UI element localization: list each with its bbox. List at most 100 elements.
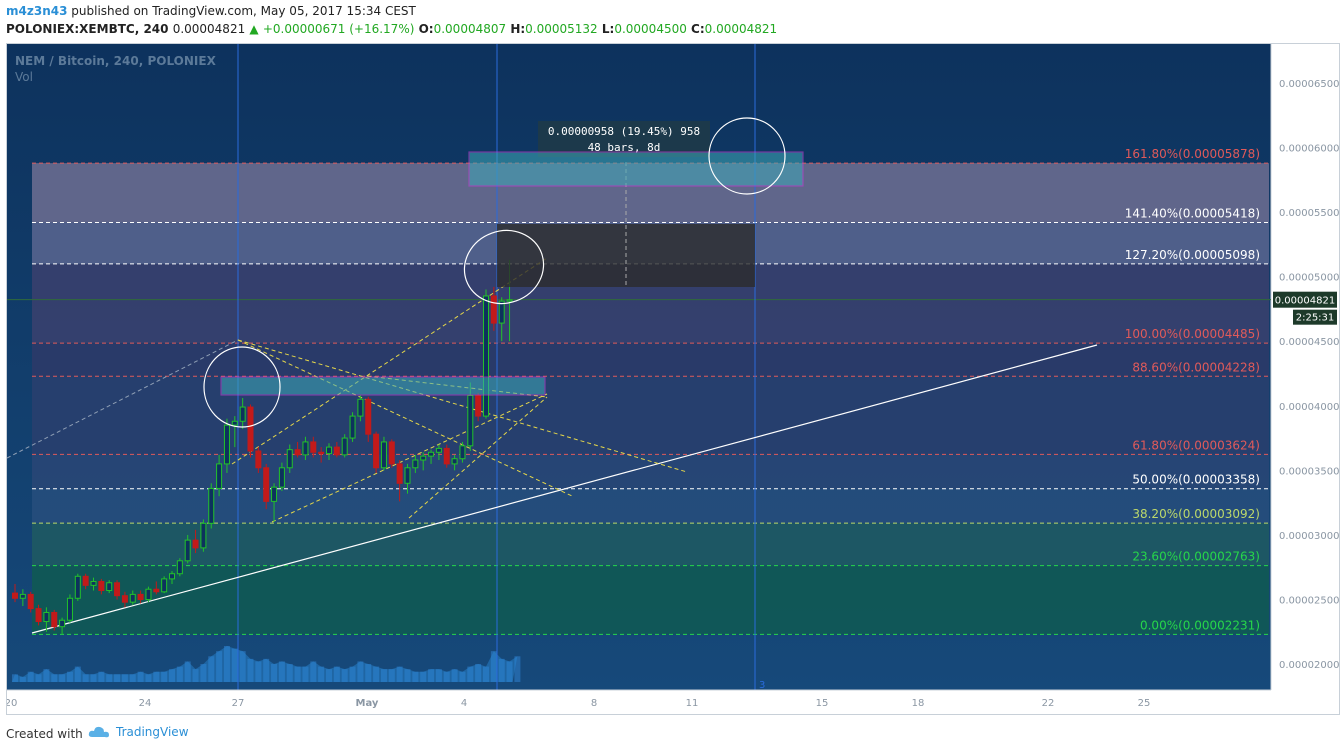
x-axis: 20 24 27 May 4 8 11 15 18 22 25 bbox=[7, 689, 1339, 714]
fib-label: 38.20%(0.00003092) bbox=[1132, 507, 1260, 521]
candle-body bbox=[294, 449, 301, 456]
x-tick-label: 27 bbox=[232, 698, 245, 709]
candle-body bbox=[428, 451, 435, 457]
candle-body bbox=[380, 441, 387, 469]
fib-zone bbox=[32, 488, 1269, 524]
candle-body bbox=[451, 458, 458, 465]
candle-body bbox=[420, 455, 427, 461]
candle-body bbox=[373, 433, 380, 469]
candle-body bbox=[349, 415, 356, 439]
author-link[interactable]: m4z3n43 bbox=[6, 4, 67, 18]
x-tick-label: 24 bbox=[139, 698, 152, 709]
x-tick-label: 15 bbox=[816, 698, 829, 709]
resistance-box bbox=[220, 376, 546, 396]
candle-body bbox=[176, 560, 183, 575]
x-tick-label: 18 bbox=[912, 698, 925, 709]
candle-body bbox=[121, 595, 128, 603]
candle-body bbox=[255, 450, 262, 469]
x-tick-label: 8 bbox=[591, 698, 597, 709]
candle-body bbox=[341, 437, 348, 456]
candle-body bbox=[153, 588, 160, 593]
y-tick-label: 0.00002000 bbox=[1279, 660, 1339, 671]
y-tick-label: 0.00003500 bbox=[1279, 466, 1339, 477]
y-tick-label: 0.00003000 bbox=[1279, 531, 1339, 542]
chart-title: NEM / Bitcoin, 240, POLONIEX bbox=[15, 54, 217, 68]
close-label: C: bbox=[691, 22, 705, 36]
candle-body bbox=[184, 539, 191, 562]
fib-zone bbox=[32, 523, 1269, 566]
close-value: 0.00004821 bbox=[704, 22, 778, 36]
candle-body bbox=[51, 611, 58, 628]
y-tick-label: 0.00002500 bbox=[1279, 596, 1339, 607]
fib-label: 50.00%(0.00003358) bbox=[1132, 473, 1260, 487]
fib-label: 88.60%(0.00004228) bbox=[1132, 360, 1260, 374]
price-chart[interactable]: 161.80%(0.00005878) 141.40%(0.00005418) 12… bbox=[7, 44, 1339, 714]
candle-body bbox=[106, 582, 113, 592]
candle-body bbox=[145, 588, 152, 601]
x-tick-label: 20 bbox=[7, 698, 17, 709]
candle-body bbox=[200, 522, 207, 549]
x-tick-label: 25 bbox=[1138, 698, 1151, 709]
high-label: H: bbox=[510, 22, 526, 36]
candle-body bbox=[114, 582, 121, 597]
fib-label: 161.80%(0.00005878) bbox=[1125, 147, 1260, 161]
candle-body bbox=[247, 406, 254, 452]
candle-body bbox=[302, 441, 309, 456]
candle-body bbox=[278, 467, 285, 488]
price-badge-text: 0.00004821 bbox=[1275, 296, 1335, 307]
candle-body bbox=[475, 394, 482, 417]
candle-body bbox=[59, 619, 66, 628]
low-label: L: bbox=[601, 22, 615, 36]
candle-body bbox=[443, 447, 450, 465]
timer-badge-text: 2:25:31 bbox=[1296, 313, 1335, 324]
candle-body bbox=[286, 449, 293, 469]
candle-body bbox=[498, 300, 505, 324]
y-tick-label: 0.00005500 bbox=[1279, 208, 1339, 219]
candle-body bbox=[396, 463, 403, 484]
fib-label: 0.00%(0.00002231) bbox=[1140, 618, 1260, 632]
candle-body bbox=[82, 575, 89, 586]
fib-label: 61.80%(0.00003624) bbox=[1132, 438, 1260, 452]
open-value: 0.00004807 bbox=[433, 22, 507, 36]
published-text: published on TradingView.com, May 05, 20… bbox=[71, 4, 416, 18]
symbol-label: POLONIEX:XEMBTC, 240 bbox=[6, 22, 169, 36]
candle-body bbox=[216, 463, 223, 489]
footer: Created with TradingView bbox=[0, 716, 1344, 752]
candle-body bbox=[404, 467, 411, 484]
y-tick-label: 0.00006500 bbox=[1279, 79, 1339, 90]
target-box bbox=[468, 151, 804, 187]
cloud-icon bbox=[88, 726, 109, 738]
fib-zone bbox=[32, 565, 1269, 635]
candle-body bbox=[12, 592, 18, 599]
low-value: 0.00004500 bbox=[614, 22, 687, 36]
chart-area[interactable]: 161.80%(0.00005878) 141.40%(0.00005418) 12… bbox=[6, 43, 1340, 715]
candle-body bbox=[459, 445, 466, 460]
tradingview-link[interactable]: TradingView bbox=[88, 725, 189, 739]
up-arrow-icon: ▲ bbox=[249, 22, 259, 36]
candle-body bbox=[43, 611, 50, 623]
candle-body bbox=[318, 451, 325, 455]
candle-body bbox=[192, 539, 199, 549]
x-tick-label: May bbox=[356, 698, 379, 709]
candle-body bbox=[35, 608, 42, 623]
candle-body bbox=[310, 441, 317, 453]
candle-body bbox=[137, 593, 144, 601]
candle-body bbox=[66, 597, 73, 621]
candle-body bbox=[326, 446, 332, 455]
candle-body bbox=[483, 295, 489, 417]
y-tick-label: 0.00006000 bbox=[1279, 143, 1339, 154]
candle-body bbox=[467, 394, 474, 447]
candle-body bbox=[98, 580, 105, 592]
candle-body bbox=[19, 593, 26, 599]
price-change: +0.00000671 (+16.17%) bbox=[262, 22, 415, 36]
fib-zone bbox=[32, 376, 1269, 455]
fib-label: 100.00%(0.00004485) bbox=[1125, 327, 1260, 341]
candle-body bbox=[90, 580, 97, 586]
candle-body bbox=[357, 398, 364, 417]
y-tick-label: 0.00004000 bbox=[1279, 402, 1339, 413]
x-tick-label: 22 bbox=[1042, 698, 1055, 709]
candle-body bbox=[263, 467, 270, 502]
symbol-line: POLONIEX:XEMBTC, 240 0.00004821 ▲ +0.000… bbox=[6, 22, 777, 36]
last-price: 0.00004821 bbox=[172, 22, 246, 36]
measure-label-1: 0.00000958 (19.45%) 958 bbox=[548, 125, 700, 138]
